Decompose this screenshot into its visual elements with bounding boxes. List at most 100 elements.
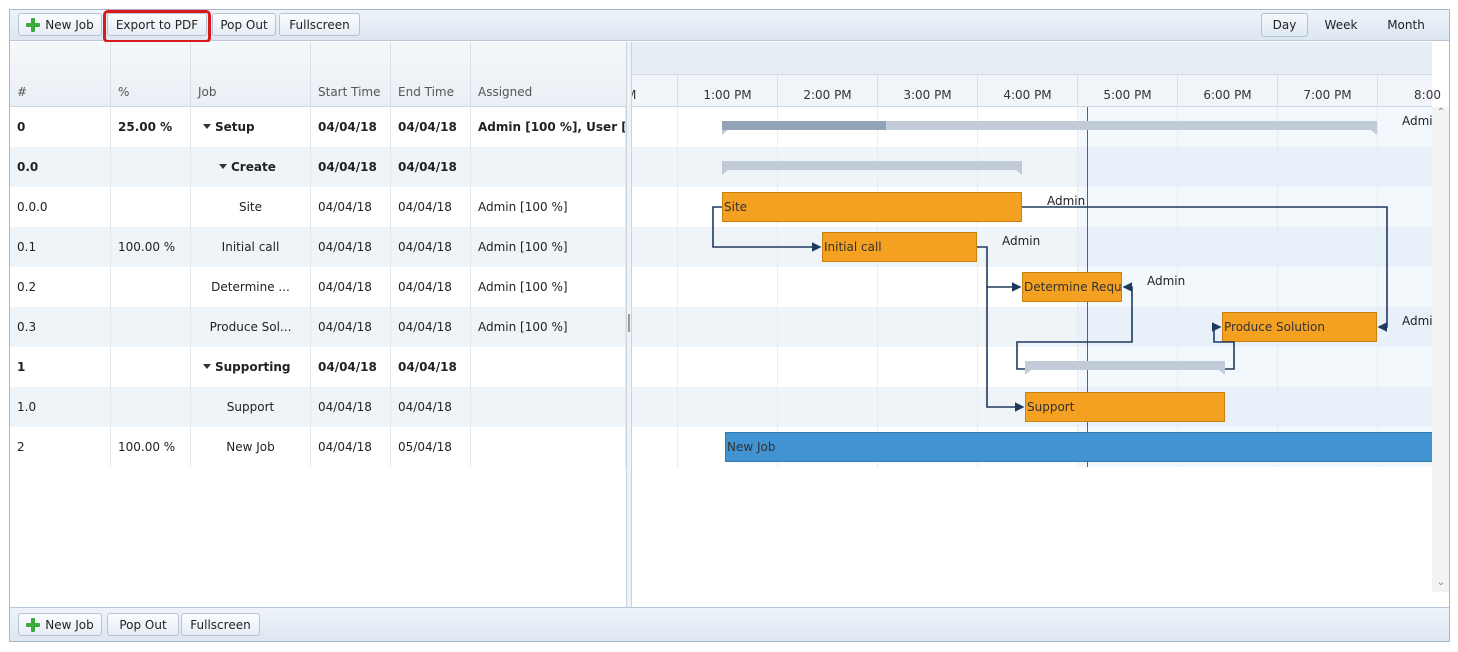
new-job-label: New Job [45, 17, 94, 32]
table-row[interactable]: 0.0 Create 04/04/18 04/04/18 [10, 147, 626, 187]
link-site-produce[interactable] [1022, 206, 1388, 332]
cell-job: Support [191, 387, 311, 427]
new-job-button[interactable]: New Job [18, 13, 102, 36]
cell-job: Create [191, 147, 311, 187]
table-row[interactable]: 0.2 Determine ... 04/04/18 04/04/18 Admin [1… [10, 267, 626, 307]
cell-assigned: Admin [100 %] [471, 227, 626, 267]
timeline-tick-label: 5:00 PM [1077, 75, 1177, 107]
new-job-button-bottom[interactable]: New Job [18, 613, 102, 636]
cell-number-text: 2 [17, 440, 25, 454]
cell-percent: 100.00 % [111, 427, 191, 467]
timeline-tick-label: 7:00 PM [1277, 75, 1377, 107]
link-initial-determine[interactable] [977, 246, 1022, 292]
table-row[interactable]: 1.0 Support 04/04/18 04/04/18 [10, 387, 626, 427]
cell-number: 0 [10, 107, 111, 147]
column-header-end[interactable]: End Time [391, 42, 471, 107]
link-supporting-stub [1016, 357, 1025, 370]
cell-start: 04/04/18 [311, 267, 391, 307]
table-row[interactable]: 0.3 Produce Sol... 04/04/18 04/04/18 Admin [… [10, 307, 626, 347]
gantt-chart: PM1:00 PM2:00 PM3:00 PM4:00 PM5:00 PM6:0… [632, 42, 1449, 607]
expand-caret-icon[interactable] [203, 124, 211, 129]
gantt-body: Site Initial call Determine Requirements… [632, 107, 1449, 467]
cell-number: 0.0.0 [10, 187, 111, 227]
cell-job-text: New Job [226, 440, 275, 454]
table-row[interactable]: 2 100.00 % New Job 04/04/18 05/04/18 [10, 427, 626, 467]
view-week-button[interactable]: Week [1316, 13, 1366, 37]
scroll-up-icon[interactable]: ⌃ [1432, 107, 1449, 122]
cell-end: 04/04/18 [391, 387, 471, 427]
cell-start-text: 04/04/18 [318, 360, 377, 374]
table-row[interactable]: 0.0.0 Site 04/04/18 04/04/18 Admin [100 %] [10, 187, 626, 227]
cell-start: 04/04/18 [311, 187, 391, 227]
cell-job-text: Supporting [215, 360, 291, 374]
timeline-tick-label: 4:00 PM [977, 75, 1077, 107]
fullscreen-label: Fullscreen [289, 17, 350, 32]
cell-start: 04/04/18 [311, 347, 391, 387]
view-month-button[interactable]: Month [1378, 13, 1434, 37]
cell-end-text: 04/04/18 [398, 360, 457, 374]
cell-end: 04/04/18 [391, 347, 471, 387]
cell-end-text: 04/04/18 [398, 160, 457, 174]
cell-assigned-text: Admin [100 %], User [100 %] [478, 120, 625, 134]
export-pdf-button[interactable]: Export to PDF [107, 13, 207, 36]
cell-percent [111, 147, 191, 187]
table-row[interactable]: 1 Supporting 04/04/18 04/04/18 [10, 347, 626, 387]
cell-job-text: Support [226, 400, 275, 414]
column-header-job[interactable]: Job [191, 42, 311, 107]
gantt-window: New Job Export to PDF Pop Out Fullscreen… [9, 9, 1450, 642]
expand-caret-icon[interactable] [203, 364, 211, 369]
column-header-percent[interactable]: % [111, 42, 191, 107]
cell-number: 0.2 [10, 267, 111, 307]
expand-caret-icon[interactable] [219, 164, 227, 169]
cell-start-text: 04/04/18 [318, 240, 372, 254]
export-pdf-label: Export to PDF [115, 17, 199, 32]
timeline-tick-label: 6:00 PM [1177, 75, 1277, 107]
cell-job: Initial call [191, 227, 311, 267]
pop-out-button-bottom[interactable]: Pop Out [107, 613, 179, 636]
timeline-tick-label: PM [632, 75, 677, 107]
cell-number-text: 0.0.0 [17, 200, 48, 214]
cell-start: 04/04/18 [311, 307, 391, 347]
scroll-down-icon[interactable]: ⌄ [1432, 577, 1449, 592]
splitter-grip-icon[interactable] [628, 314, 630, 332]
cell-assigned-text: Admin [100 %] [478, 320, 568, 334]
cell-percent-text: 100.00 % [118, 440, 176, 454]
column-header-start[interactable]: Start Time [311, 42, 391, 107]
cell-assigned: Admin [100 %] [471, 307, 626, 347]
fullscreen-button[interactable]: Fullscreen [279, 13, 360, 36]
cell-end-text: 05/04/18 [398, 440, 452, 454]
cell-start: 04/04/18 [311, 147, 391, 187]
cell-assigned [471, 387, 626, 427]
cell-job: Determine ... [191, 267, 311, 307]
cell-start: 04/04/18 [311, 387, 391, 427]
cell-end: 04/04/18 [391, 267, 471, 307]
cell-number: 0.3 [10, 307, 111, 347]
cell-start-text: 04/04/18 [318, 120, 377, 134]
cell-end-text: 04/04/18 [398, 320, 452, 334]
link-supporting-determine[interactable] [1016, 282, 1133, 357]
cell-assigned: Admin [100 %] [471, 187, 626, 227]
column-header-assigned[interactable]: Assigned [471, 42, 626, 107]
cell-start: 04/04/18 [311, 227, 391, 267]
cell-number-text: 0 [17, 120, 26, 134]
table-row[interactable]: 0.1 100.00 % Initial call 04/04/18 04/04/18 A… [10, 227, 626, 267]
link-site-initial-call[interactable] [712, 206, 822, 252]
job-grid: # % Job Start Time End Time Assigned 0 25… [10, 42, 626, 607]
cell-number: 1.0 [10, 387, 111, 427]
pop-out-button[interactable]: Pop Out [212, 13, 276, 36]
new-job-label: New Job [45, 617, 94, 632]
fullscreen-button-bottom[interactable]: Fullscreen [181, 613, 260, 636]
link-supporting-produce[interactable] [1212, 322, 1235, 370]
view-day-button[interactable]: Day [1261, 13, 1308, 37]
cell-end: 04/04/18 [391, 227, 471, 267]
timeline-tick-label: 8:00 [1377, 75, 1449, 107]
table-row[interactable]: 0 25.00 % Setup 04/04/18 04/04/18 Admin [100 … [10, 107, 626, 147]
gantt-vertical-scrollbar[interactable]: ⌃ ⌄ [1432, 107, 1449, 592]
cell-job-text: Produce Sol... [209, 320, 292, 334]
cell-number-text: 0.2 [17, 280, 37, 294]
timeline-top-band [632, 42, 1432, 75]
column-header-number[interactable]: # [10, 42, 111, 107]
cell-percent-text: 100.00 % [118, 240, 176, 254]
cell-end-text: 04/04/18 [398, 240, 452, 254]
cell-start-text: 04/04/18 [318, 400, 372, 414]
